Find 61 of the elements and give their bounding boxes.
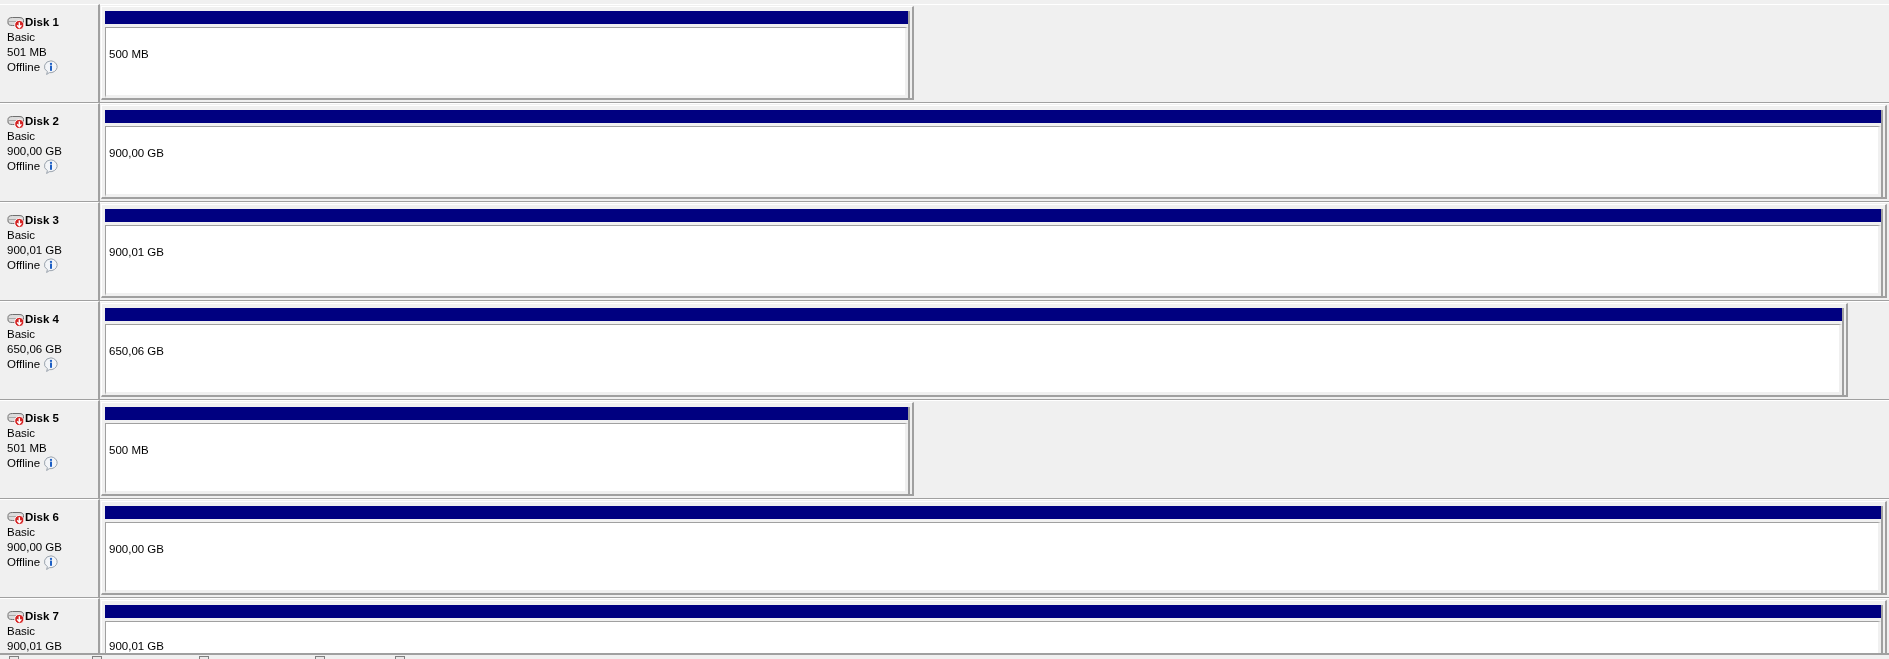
disk-info-panel[interactable]: Disk 3 Basic 900,01 GB Offline: [0, 202, 100, 301]
disk-drive-icon: [7, 510, 25, 525]
disk-name: Disk 5: [25, 411, 59, 426]
disk-type: Basic: [7, 129, 36, 144]
disk-drive-icon: [7, 114, 25, 129]
partition-size: 500 MB: [109, 47, 149, 62]
partition-size: 500 MB: [109, 443, 149, 458]
disk-type: Basic: [7, 624, 36, 639]
disk-drive-icon: [7, 15, 25, 30]
partition-size: 900,00 GB: [109, 146, 164, 161]
disk-capacity: 900,01 GB: [7, 639, 62, 653]
disk-info-panel[interactable]: Disk 5 Basic 501 MB Offline: [0, 400, 100, 499]
partition-block[interactable]: 650,06 GB: [101, 303, 1848, 397]
disk-status: Offline: [7, 555, 41, 570]
info-icon: [43, 357, 60, 372]
disk-type: Basic: [7, 525, 36, 540]
disk-drive-icon: [7, 213, 25, 228]
partition-block[interactable]: 900,01 GB: [101, 204, 1887, 298]
disk-status: Offline: [7, 159, 41, 174]
disk-capacity: 650,06 GB: [7, 342, 62, 357]
info-icon: [43, 258, 60, 273]
partition-block[interactable]: 900,01 GB: [101, 600, 1887, 653]
disk-name: Disk 4: [25, 312, 59, 327]
partition-block[interactable]: 500 MB: [101, 402, 914, 496]
info-icon: [43, 555, 60, 570]
info-icon: [43, 456, 60, 471]
disk-capacity: 900,01 GB: [7, 243, 62, 258]
disk-info-panel[interactable]: Disk 6 Basic 900,00 GB Offline: [0, 499, 100, 598]
disk-drive-icon: [7, 609, 25, 624]
partition-size: 650,06 GB: [109, 344, 164, 359]
disk-status: Offline: [7, 456, 41, 471]
disk-type: Basic: [7, 426, 36, 441]
disk-info-panel[interactable]: Disk 7 Basic 900,01 GB: [0, 598, 100, 653]
info-icon: [43, 60, 60, 75]
partition-block[interactable]: 900,00 GB: [101, 501, 1887, 595]
disk-name: Disk 2: [25, 114, 59, 129]
disk-info-panel[interactable]: Disk 2 Basic 900,00 GB Offline: [0, 103, 100, 202]
partition-block[interactable]: 500 MB: [101, 6, 914, 100]
disk-status: Offline: [7, 357, 41, 372]
disk-name: Disk 7: [25, 609, 59, 624]
info-icon: [43, 159, 60, 174]
disk-type: Basic: [7, 30, 36, 45]
partition-size: 900,00 GB: [109, 542, 164, 557]
disk-info-panel[interactable]: Disk 1 Basic 501 MB Offline: [0, 4, 100, 103]
partition-size: 900,01 GB: [109, 639, 164, 653]
disk-capacity: 900,00 GB: [7, 540, 62, 555]
disk-drive-icon: [7, 312, 25, 327]
disk-type: Basic: [7, 327, 36, 342]
disk-status: Offline: [7, 60, 41, 75]
disk-name: Disk 6: [25, 510, 59, 525]
disk-capacity: 501 MB: [7, 45, 47, 60]
disk-drive-icon: [7, 411, 25, 426]
disk-capacity: 501 MB: [7, 441, 47, 456]
disk-type: Basic: [7, 228, 36, 243]
disk-info-panel[interactable]: Disk 4 Basic 650,06 GB Offline: [0, 301, 100, 400]
partition-size: 900,01 GB: [109, 245, 164, 260]
disk-name: Disk 1: [25, 15, 59, 30]
disk-name: Disk 3: [25, 213, 59, 228]
disk-capacity: 900,00 GB: [7, 144, 62, 159]
partition-block[interactable]: 900,00 GB: [101, 105, 1887, 199]
disk-status: Offline: [7, 258, 41, 273]
